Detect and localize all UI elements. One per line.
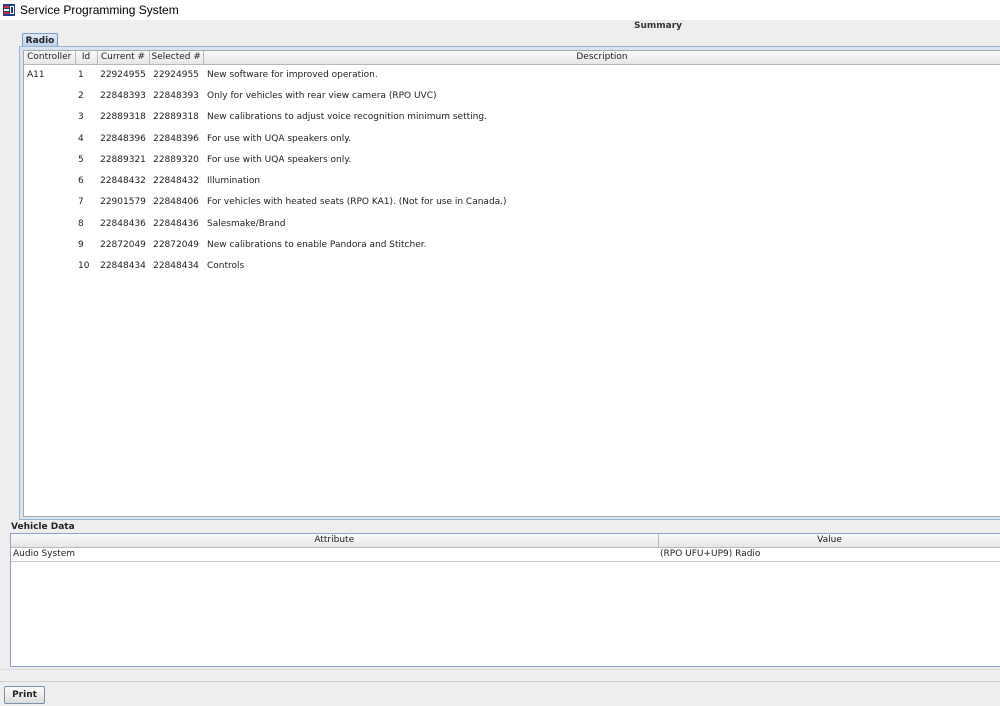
table-row[interactable]: 2 22848393 22848393 Only for vehicles with … [24, 85, 1000, 106]
column-header-description[interactable]: Description [203, 51, 1000, 65]
cell-id: 2 [78, 90, 84, 101]
cell-current-number: 22848434 [100, 261, 146, 272]
cell-id: 8 [78, 218, 84, 229]
column-header-value[interactable]: Value [658, 534, 1000, 548]
cell-description: Illumination [207, 176, 261, 187]
cell-description: Only for vehicles with rear view camera … [207, 90, 437, 101]
cell-selected-number: 22889318 [153, 112, 199, 123]
cell-selected-number: 22848434 [153, 261, 199, 272]
table-row[interactable]: 4 22848396 22848396 For use with UQA speake… [24, 128, 1000, 149]
footer-divider [0, 681, 1000, 682]
cell-controller [24, 85, 75, 106]
cell-id: 1 [78, 69, 84, 80]
cell-selected-number: 22848393 [153, 90, 199, 101]
cell-current-number: 22924955 [100, 69, 146, 80]
table-row[interactable]: 8 22848436 22848436 Salesmake/Brand [24, 213, 1000, 234]
vehicle-data-table: Attribute Value Audio System (RPO UFU+UP9… [11, 534, 1000, 562]
cell-controller [24, 234, 75, 255]
cell-selected-number: 22848406 [153, 197, 199, 208]
cell-current-number: 22901579 [100, 197, 146, 208]
summary-title: Summary [633, 21, 683, 31]
cell-description: Salesmake/Brand [207, 218, 286, 229]
cell-id: 3 [78, 112, 84, 123]
cell-current-number: 22889321 [100, 154, 146, 165]
cell-selected-number: 22889320 [153, 154, 199, 165]
table-row[interactable]: 6 22848432 22848432 Illumination [24, 170, 1000, 191]
summary-table: Controller Id Current # Selected # Descr… [24, 51, 1000, 277]
column-header-current[interactable]: Current # [97, 51, 150, 65]
cell-controller [24, 107, 75, 128]
cell-description: For use with UQA speakers only. [207, 154, 352, 165]
cell-value: (RPO UFU+UP9) Radio [658, 547, 1000, 562]
cell-current-number: 22872049 [100, 240, 146, 251]
cell-controller [24, 256, 75, 277]
cell-description: New calibrations to adjust voice recogni… [207, 112, 487, 123]
table-row[interactable]: A11 1 22924955 22924955 New software for imp… [24, 64, 1000, 85]
cell-current-number: 22889318 [100, 112, 146, 123]
summary-table-header: Controller Id Current # Selected # Descr… [24, 51, 1000, 65]
cell-selected-number: 22848436 [153, 218, 199, 229]
print-button[interactable]: Print [4, 686, 45, 704]
table-row[interactable]: 10 22848434 22848434 Controls [24, 256, 1000, 277]
cell-id: 4 [78, 133, 84, 144]
cell-current-number: 22848436 [100, 218, 146, 229]
cell-description: New software for improved operation. [207, 69, 378, 80]
cell-id: 6 [78, 176, 84, 187]
panel-separator [0, 669, 1000, 670]
cell-attribute: Audio System [11, 547, 658, 562]
cell-selected-number: 22848396 [153, 133, 199, 144]
cell-controller [24, 149, 75, 170]
cell-description: Controls [207, 261, 245, 272]
cell-id: 5 [78, 154, 84, 165]
table-row[interactable]: 3 22889318 22889318 New calibrations to adj… [24, 107, 1000, 128]
cell-description: New calibrations to enable Pandora and S… [207, 240, 427, 251]
cell-id: 10 [78, 261, 90, 272]
cell-current-number: 22848432 [100, 176, 146, 187]
table-row[interactable]: 5 22889321 22889320 For use with UQA speake… [24, 149, 1000, 170]
cell-current-number: 22848393 [100, 90, 146, 101]
tab-radio-label: Radio [25, 35, 55, 46]
column-header-attribute[interactable]: Attribute [11, 534, 659, 548]
cell-description: For use with UQA speakers only. [207, 133, 352, 144]
vehicle-data-header: Attribute Value [11, 534, 1000, 548]
cell-current-number: 22848396 [100, 133, 146, 144]
cell-selected-number: 22848432 [153, 176, 199, 187]
cell-controller [24, 192, 75, 213]
cell-selected-number: 22872049 [153, 240, 199, 251]
window-title: Service Programming System [20, 3, 179, 17]
table-row[interactable]: 7 22901579 22848406 For vehicles with heate… [24, 192, 1000, 213]
cell-controller [24, 128, 75, 149]
table-row[interactable]: 9 22872049 22872049 New calibrations to ena… [24, 234, 1000, 255]
title-bar: Service Programming System [0, 0, 1000, 20]
app-icon [3, 4, 15, 16]
summary-table-container: Controller Id Current # Selected # Descr… [23, 50, 1000, 517]
cell-description: For vehicles with heated seats (RPO KA1)… [207, 197, 507, 208]
column-header-id[interactable]: Id [75, 51, 98, 65]
cell-controller [24, 170, 75, 191]
vehicle-data-table-container: Attribute Value Audio System (RPO UFU+UP9… [10, 533, 1000, 667]
cell-controller [24, 213, 75, 234]
column-header-controller[interactable]: Controller [24, 51, 76, 65]
vehicle-data-title: Vehicle Data [11, 522, 75, 532]
column-header-selected[interactable]: Selected # [149, 51, 204, 65]
tab-radio[interactable]: Radio [22, 33, 58, 47]
cell-id: 9 [78, 240, 84, 251]
cell-controller: A11 [27, 69, 45, 80]
cell-selected-number: 22924955 [153, 69, 199, 80]
cell-id: 7 [78, 197, 84, 208]
table-row[interactable]: Audio System (RPO UFU+UP9) Radio [11, 547, 1000, 562]
